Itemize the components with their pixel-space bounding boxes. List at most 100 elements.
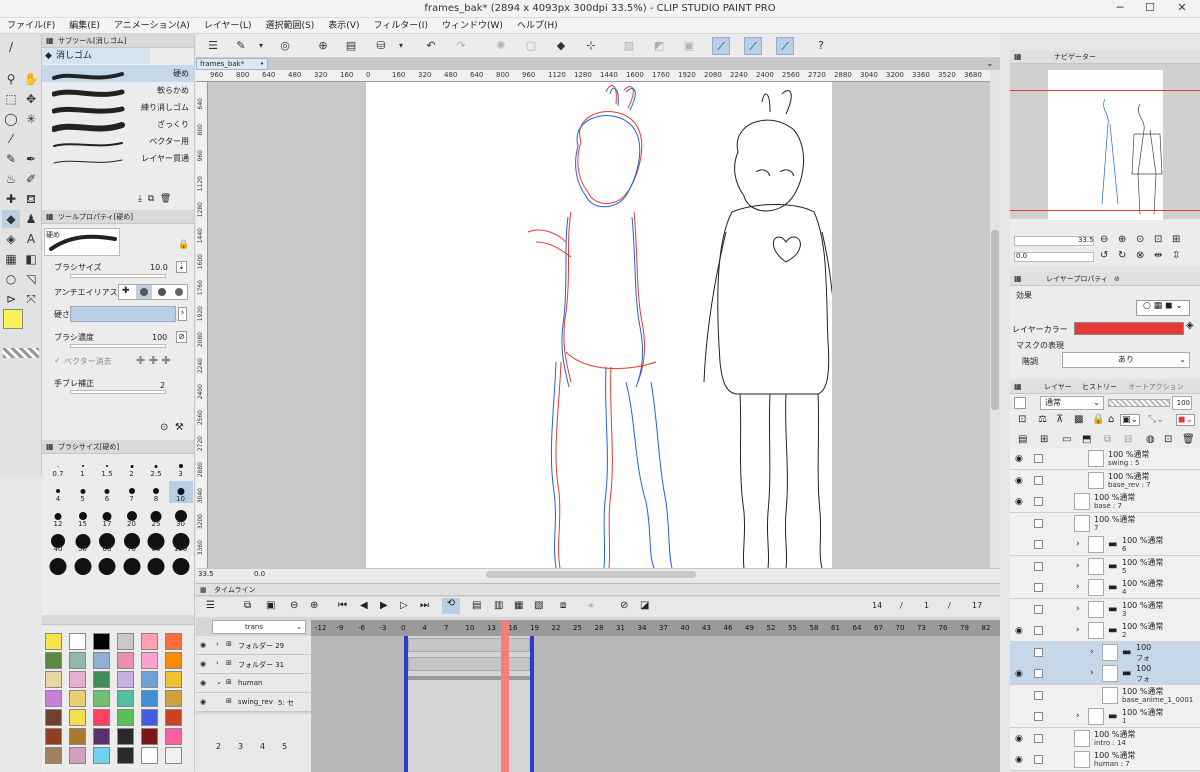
range-end-marker[interactable] [530, 636, 534, 772]
chevron-icon[interactable]: › [1076, 604, 1080, 614]
brush-size-cell[interactable]: 5 [71, 481, 95, 503]
current-page[interactable]: 1 [924, 601, 929, 610]
layer-lock-checkbox[interactable] [1034, 712, 1043, 721]
selection-border-icon[interactable]: ▣ [680, 37, 698, 55]
color-swatch[interactable] [69, 747, 86, 764]
brush-size-cell[interactable]: 70 [120, 531, 144, 553]
color-swatch[interactable] [117, 690, 134, 707]
transfer-down-icon[interactable]: ⬒ [1082, 434, 1091, 445]
brush-size-cell[interactable]: 20 [120, 506, 144, 528]
subtool-item[interactable]: 練り消しゴム [42, 99, 195, 116]
pen-tool-icon[interactable]: ∕ [2, 38, 20, 56]
tag-icon[interactable]: ◪ [640, 600, 649, 611]
spray-icon[interactable]: ⛾ [22, 190, 40, 208]
brush-size-cell[interactable]: 3 [169, 456, 193, 478]
actual-pixels-icon[interactable]: ⊙ [1136, 234, 1144, 245]
color-swatch[interactable] [93, 709, 110, 726]
chevron-icon[interactable]: › [1090, 668, 1094, 678]
color-swatch[interactable] [45, 690, 62, 707]
color-swatch[interactable] [117, 747, 134, 764]
color-swatch[interactable] [117, 633, 134, 650]
subtool-item[interactable]: 硬め [42, 65, 195, 82]
color-swatch[interactable] [117, 671, 134, 688]
draft-icon[interactable]: ▩ [1074, 414, 1083, 425]
brush-size-cell[interactable]: 17 [95, 506, 119, 528]
brush-size-cell[interactable]: 50 [71, 531, 95, 553]
layer-row[interactable]: 100 %通常 base_anime_1_0001 [1010, 684, 1200, 707]
brush-size-cell[interactable] [120, 556, 144, 578]
subtool-item[interactable]: ざっくり [42, 116, 195, 133]
add-subtool-icon[interactable]: ⤓ [138, 194, 142, 204]
minimize-button[interactable]: ─ [1106, 1, 1134, 14]
color-swatch[interactable] [141, 690, 158, 707]
zoom-in-icon[interactable]: ⊕ [1118, 234, 1126, 245]
eye-icon[interactable]: ◉ [1015, 454, 1023, 464]
opacity-value[interactable]: 100 [1172, 396, 1192, 410]
tab-layer-property[interactable]: レイヤープロパティ [1046, 275, 1108, 283]
magic-wand-icon[interactable]: ✳ [22, 110, 40, 128]
horizontal-scrollbar[interactable] [486, 571, 696, 578]
color-swatch[interactable] [117, 652, 134, 669]
range-start-marker[interactable] [404, 636, 408, 772]
eye-icon[interactable]: ◉ [200, 660, 206, 668]
layer-lock-checkbox[interactable] [1034, 669, 1043, 678]
color-swatch[interactable] [93, 633, 110, 650]
airbrush-icon[interactable]: ✐ [22, 170, 40, 188]
playhead[interactable] [501, 636, 509, 772]
menu-window[interactable]: ウィンドウ(W) [435, 18, 510, 34]
timeline-track[interactable]: ◉ › ⊞ フォルダー 29 [196, 636, 311, 655]
layer-row[interactable]: › ▬ 100 %通常 3 [1010, 598, 1200, 621]
flip-vertical-icon[interactable]: ⇳ [1172, 250, 1180, 261]
chevron-down-icon[interactable]: ▾ [392, 37, 410, 55]
chevron-icon[interactable]: › [1076, 582, 1080, 592]
eraser-icon[interactable]: ◆ [2, 210, 20, 228]
color-swatch[interactable] [141, 633, 158, 650]
combine-icon[interactable]: ⧉ [1104, 434, 1111, 445]
layer-row[interactable]: ◉ 100 %通常 intro : 14 [1010, 727, 1200, 750]
human-track[interactable] [408, 676, 530, 680]
operation-tool-icon[interactable]: ⬚ [2, 90, 20, 108]
prev-frame-icon[interactable]: ◀ [360, 600, 368, 611]
apply-mask-icon[interactable]: ⊡ [1164, 434, 1172, 445]
navigator-preview[interactable] [1010, 64, 1200, 220]
eye-icon[interactable]: ◉ [200, 641, 206, 649]
decoration-icon[interactable]: ✚ [2, 190, 20, 208]
color-swatch[interactable] [165, 690, 182, 707]
brush-size-cell[interactable]: 100 [169, 531, 193, 553]
effect-buttons[interactable]: ○ ▦ ◼ ⌄ [1136, 300, 1190, 316]
eye-icon[interactable]: ◉ [1015, 734, 1023, 744]
chevron-icon[interactable]: › [1076, 625, 1080, 635]
brush-size-cell[interactable]: 2 [120, 456, 144, 478]
keyframe-icon[interactable]: ⚹ [588, 600, 594, 611]
snap-ruler-icon[interactable]: ⟋ [712, 37, 730, 55]
color-swatch[interactable] [69, 709, 86, 726]
onion-skin-icon[interactable]: ⧉ [244, 600, 251, 611]
layer-lock-checkbox[interactable] [1034, 733, 1043, 743]
lock-icon[interactable]: 🔒 [1092, 414, 1104, 425]
layer-lock-checkbox[interactable] [1034, 583, 1043, 592]
brush-size-cell[interactable]: 1 [71, 456, 95, 478]
layer-lock-checkbox[interactable] [1034, 626, 1043, 635]
menu-selection[interactable]: 選択範囲(S) [259, 18, 322, 34]
lock-alpha-icon[interactable]: ⌂ [1108, 414, 1114, 425]
menu-edit[interactable]: 編集(E) [62, 18, 107, 34]
brush-size-cell[interactable]: 1.5 [95, 456, 119, 478]
angle-value[interactable]: 0.0 [254, 570, 265, 578]
eye-icon[interactable]: ◉ [1015, 669, 1023, 679]
hardness-slider[interactable] [70, 306, 176, 322]
next-frame-icon[interactable]: ▷ [400, 600, 408, 611]
timeline-menu-icon[interactable]: ☰ [206, 600, 215, 611]
timeline-track[interactable]: ◉ ⊞ swing_rev 5: セ [196, 693, 311, 712]
tab-other-icon[interactable]: ⊘ [1114, 272, 1120, 286]
brush-size-cell[interactable]: 10 [168, 481, 193, 503]
frame-border-icon[interactable]: ▦ [2, 250, 20, 268]
undo-icon[interactable]: ↶ [422, 37, 440, 55]
subtool-group-tab[interactable]: ◆ 消しゴム [42, 48, 150, 64]
color-swatch[interactable] [165, 728, 182, 745]
menu-view[interactable]: 表示(V) [321, 18, 366, 34]
color-swatch[interactable] [93, 652, 110, 669]
folder-31-track[interactable] [408, 657, 530, 671]
pencil-icon[interactable]: ✎ [2, 150, 20, 168]
mask-toggle-icon[interactable]: ▣⌄ [1120, 414, 1141, 426]
timeline-track[interactable]: ◉ › ⊞ フォルダー 31 [196, 655, 311, 674]
